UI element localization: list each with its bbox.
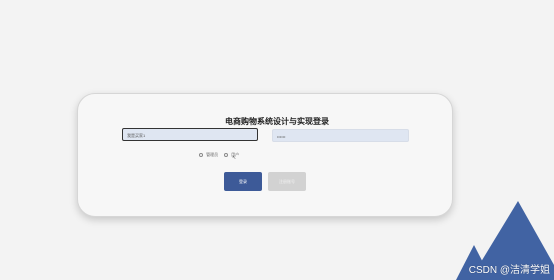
password-input[interactable]: •••••• <box>272 129 409 142</box>
radio-icon[interactable] <box>224 152 228 157</box>
watermark: CSDN @洁清学姐 <box>468 265 550 276</box>
page: 电商购物系统设计与实现登录 我是买家1 •••••• 管理员 用户 ↖ 登录 注… <box>0 0 554 280</box>
role-option-label: 管理员 <box>206 152 219 157</box>
page-title: 电商购物系统设计与实现登录 <box>225 117 329 126</box>
username-input[interactable]: 我是买家1 <box>122 128 258 141</box>
login-card <box>77 93 453 217</box>
mouse-cursor-icon: ↖ <box>232 155 237 161</box>
register-button[interactable]: 注册账号 <box>268 172 306 191</box>
login-button[interactable]: 登录 <box>224 172 262 191</box>
role-option-admin[interactable]: 管理员 <box>199 152 218 158</box>
radio-icon[interactable] <box>199 152 203 157</box>
